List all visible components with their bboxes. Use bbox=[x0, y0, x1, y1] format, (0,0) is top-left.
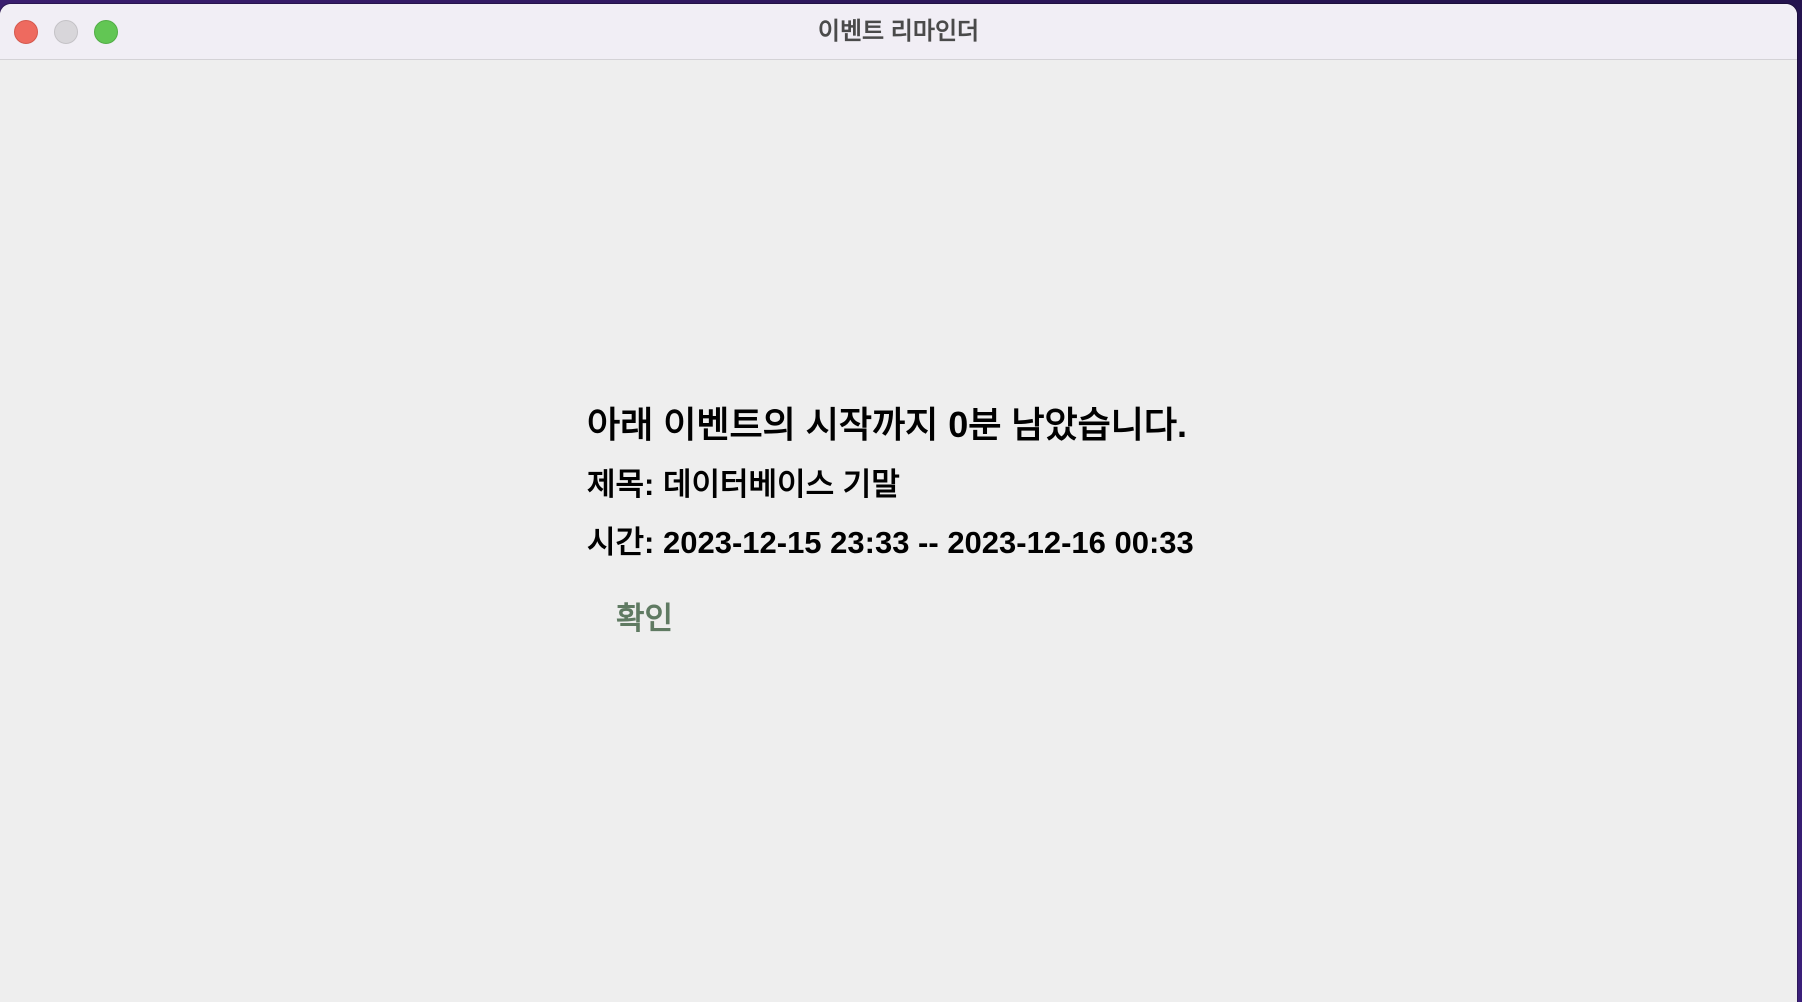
event-title: 제목: 데이터베이스 기말 bbox=[587, 467, 900, 502]
title-bar: 이벤트 리마인더 bbox=[0, 4, 1797, 60]
reminder-content: 아래 이벤트의 시작까지 0분 남았습니다. 제목: 데이터베이스 기말 시간:… bbox=[587, 399, 1194, 641]
event-time: 시간: 2023-12-15 23:33 -- 2023-12-16 00:33 bbox=[587, 525, 1194, 560]
confirm-button[interactable]: 확인 bbox=[616, 597, 673, 641]
reminder-window: 이벤트 리마인더 아래 이벤트의 시작까지 0분 남았습니다. 제목: 데이터베… bbox=[0, 4, 1797, 1002]
window-title: 이벤트 리마인더 bbox=[817, 18, 980, 45]
reminder-headline: 아래 이벤트의 시작까지 0분 남았습니다. bbox=[587, 404, 1187, 445]
